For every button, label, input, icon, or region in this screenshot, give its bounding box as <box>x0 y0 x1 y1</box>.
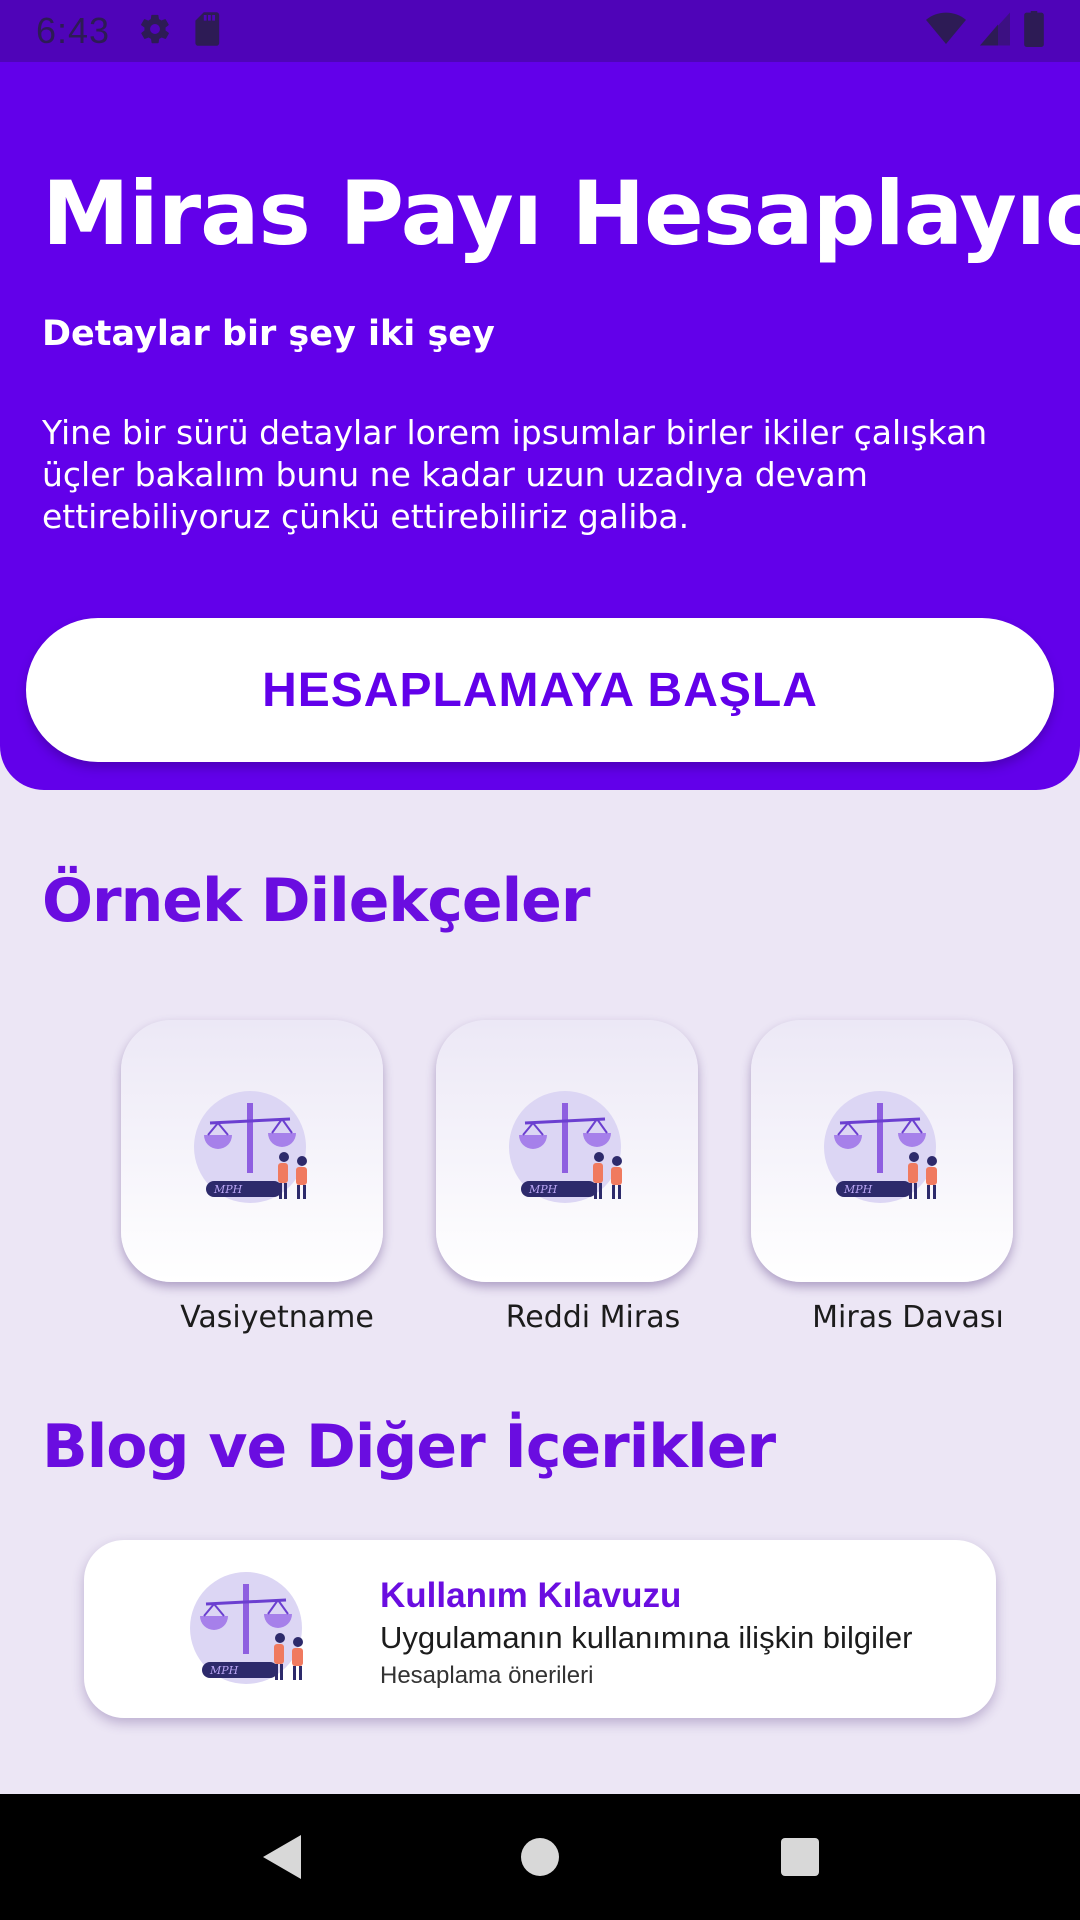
signal-icon <box>980 12 1010 50</box>
status-bar: 6:43 <box>0 0 1080 62</box>
wifi-icon <box>926 12 966 50</box>
petition-card-miras-davasi[interactable]: MPH <box>751 1020 1013 1282</box>
logo-text: MPH <box>209 1664 239 1677</box>
petitions-section-title: Örnek Dilekçeler <box>42 866 590 936</box>
start-calculation-button[interactable]: HESAPLAMAYA BAŞLA <box>26 618 1054 762</box>
petition-card-vasiyetname[interactable]: MPH <box>121 1020 383 1282</box>
scales-logo-icon: MPH <box>822 1089 942 1213</box>
status-time: 6:43 <box>36 10 111 51</box>
gear-icon <box>138 12 172 50</box>
system-nav-bar <box>0 1794 1080 1920</box>
back-icon[interactable] <box>240 1817 320 1897</box>
petition-card-reddi-miras[interactable]: MPH <box>436 1020 698 1282</box>
logo-text: MPH <box>213 1183 243 1196</box>
blog-section-title: Blog ve Diğer İçerikler <box>42 1412 776 1482</box>
blog-card-note: Hesaplama önerileri <box>380 1662 594 1689</box>
scales-logo-icon: MPH <box>507 1089 627 1213</box>
battery-icon <box>1024 11 1044 51</box>
logo-text: MPH <box>528 1183 558 1196</box>
page-title: Miras Payı Hesaplayıcı <box>42 162 1080 265</box>
logo-text: MPH <box>843 1183 873 1196</box>
blog-card-user-guide[interactable]: MPH Kullanım Kılavuzu Uygulamanın kullan… <box>84 1540 996 1718</box>
recents-icon[interactable] <box>760 1817 840 1897</box>
petition-label-reddi-miras: Reddi Miras <box>505 1300 681 1335</box>
blog-card-subtitle: Uygulamanın kullanımına ilişkin bilgiler <box>380 1620 913 1655</box>
sd-card-icon <box>194 12 222 50</box>
hero-subtitle: Detaylar bir şey iki şey <box>42 314 495 354</box>
home-icon[interactable] <box>500 1817 580 1897</box>
hero-panel: Miras Payı Hesaplayıcı Detaylar bir şey … <box>0 62 1080 790</box>
blog-card-title: Kullanım Kılavuzu <box>380 1576 682 1615</box>
hero-description: Yine bir sürü detaylar lorem ipsumlar bi… <box>42 413 988 536</box>
petition-label-vasiyetname: Vasiyetname <box>180 1300 374 1335</box>
petition-label-miras-davasi: Miras Davası <box>812 1300 1004 1335</box>
scales-logo-icon: MPH <box>188 1570 308 1694</box>
scales-logo-icon: MPH <box>192 1089 312 1213</box>
